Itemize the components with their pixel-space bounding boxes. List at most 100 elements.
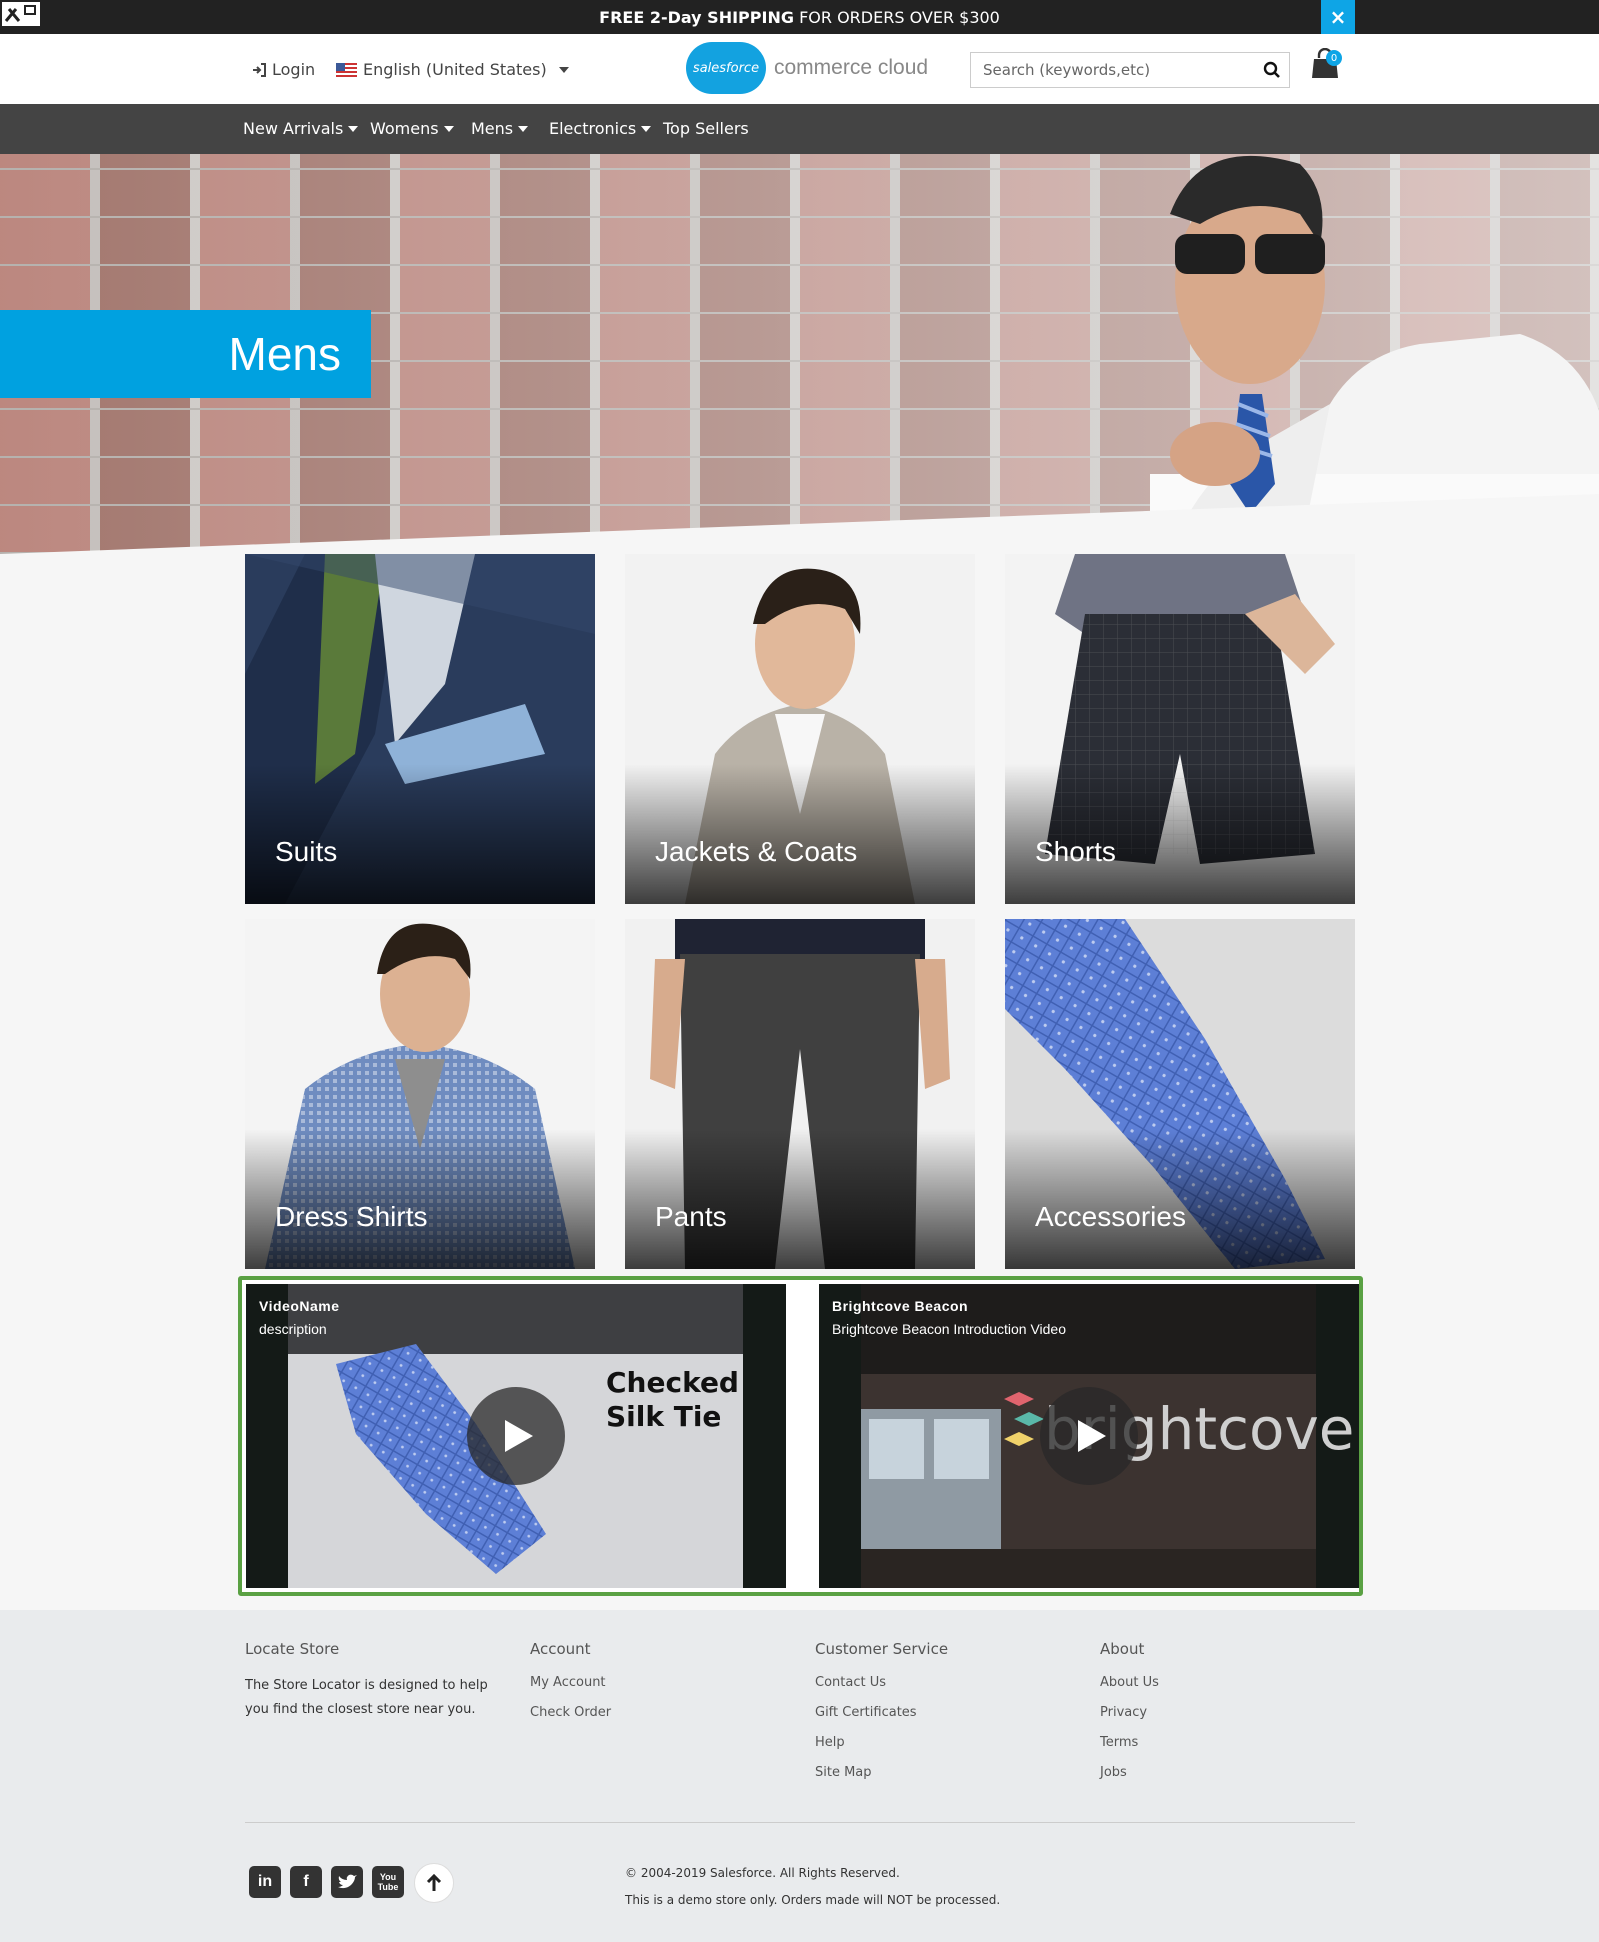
video-title: Brightcove Beacon bbox=[832, 1298, 969, 1314]
header: Login English (United States) salesforce… bbox=[0, 34, 1599, 104]
footer-locate-text: The Store Locator is designed to help yo… bbox=[245, 1678, 488, 1717]
category-tile-accessories[interactable]: Accessories bbox=[1005, 919, 1355, 1269]
logo-text: commerce cloud bbox=[774, 56, 929, 79]
play-button[interactable] bbox=[1040, 1387, 1138, 1485]
footer-link-terms[interactable]: Terms bbox=[1100, 1734, 1159, 1752]
arrow-up-icon bbox=[426, 1874, 442, 1891]
chevron-down-icon bbox=[558, 66, 569, 73]
hero-banner: Mens bbox=[0, 154, 1599, 554]
footer-link-about-us[interactable]: About Us bbox=[1100, 1674, 1159, 1692]
promo-bar: FREE 2-Day SHIPPING FOR ORDERS OVER $300… bbox=[0, 0, 1599, 34]
youtube-icon[interactable]: You Tube bbox=[372, 1866, 404, 1898]
nav-item-womens[interactable]: Womens bbox=[370, 119, 454, 138]
footer-col-customer-service: Customer Service Contact Us Gift Certifi… bbox=[815, 1640, 948, 1794]
footer-link-jobs[interactable]: Jobs bbox=[1100, 1764, 1159, 1782]
language-selector[interactable]: English (United States) bbox=[336, 60, 569, 79]
footer-heading[interactable]: Locate Store bbox=[245, 1640, 490, 1658]
hero-title-box: Mens bbox=[0, 310, 371, 398]
login-icon bbox=[253, 62, 266, 77]
footer-link-my-account[interactable]: My Account bbox=[530, 1674, 611, 1692]
footer-link-site-map[interactable]: Site Map bbox=[815, 1764, 948, 1782]
video-overlay-text-1: Checked bbox=[606, 1366, 739, 1399]
nav-item-new-arrivals[interactable]: New Arrivals bbox=[243, 119, 359, 138]
tile-label: Pants bbox=[655, 1201, 727, 1232]
footer-legal: © 2004-2019 Salesforce. All Rights Reser… bbox=[625, 1860, 1000, 1914]
video-title: VideoName bbox=[259, 1298, 340, 1314]
video-section: Checked Silk Tie VideoName description b… bbox=[238, 1276, 1363, 1596]
footer-link-check-order[interactable]: Check Order bbox=[530, 1704, 611, 1722]
facebook-icon[interactable]: f bbox=[290, 1866, 322, 1898]
nav-item-top-sellers[interactable]: Top Sellers bbox=[663, 119, 749, 138]
search-input[interactable] bbox=[971, 53, 1241, 87]
footer-divider bbox=[245, 1822, 1355, 1823]
footer-link-gift-certificates[interactable]: Gift Certificates bbox=[815, 1704, 948, 1722]
nav-label: Electronics bbox=[549, 119, 637, 138]
cart-count-badge: 0 bbox=[1326, 50, 1342, 66]
footer-link-contact-us[interactable]: Contact Us bbox=[815, 1674, 948, 1692]
footer-link-help[interactable]: Help bbox=[815, 1734, 948, 1752]
tile-shade bbox=[245, 1129, 595, 1269]
promo-close-button[interactable]: × bbox=[1321, 0, 1355, 34]
nav-label: Womens bbox=[370, 119, 439, 138]
video-player-2[interactable]: brightcove Brightcove Beacon Brightcove … bbox=[819, 1284, 1359, 1588]
twitter-icon[interactable] bbox=[331, 1866, 363, 1898]
youtube-glyph: You Tube bbox=[377, 1872, 399, 1892]
category-tile-suits[interactable]: Suits bbox=[245, 554, 595, 904]
tile-label: Dress Shirts bbox=[275, 1201, 428, 1232]
play-button[interactable] bbox=[467, 1387, 565, 1485]
tile-label: Shorts bbox=[1035, 836, 1116, 867]
tile-shade bbox=[625, 764, 975, 904]
nav-label: Mens bbox=[471, 119, 514, 138]
promo-bold: FREE 2-Day SHIPPING bbox=[599, 7, 794, 27]
flag-us-icon bbox=[336, 62, 357, 77]
video-overlay-text-2: Silk Tie bbox=[606, 1400, 721, 1433]
logo-cloud: salesforce bbox=[686, 42, 766, 94]
footer-col-locate: Locate Store The Store Locator is design… bbox=[245, 1640, 490, 1722]
back-to-top-button[interactable] bbox=[414, 1863, 454, 1903]
chevron-down-icon bbox=[348, 125, 359, 132]
tile-label: Suits bbox=[275, 836, 338, 867]
category-tile-pants[interactable]: Pants bbox=[625, 919, 975, 1269]
twitter-glyph bbox=[338, 1874, 357, 1889]
chevron-down-icon bbox=[518, 125, 529, 132]
footer-col-account: Account My Account Check Order bbox=[530, 1640, 611, 1734]
nav-item-electronics[interactable]: Electronics bbox=[549, 119, 652, 138]
category-tile-dress-shirts[interactable]: Dress Shirts bbox=[245, 919, 595, 1269]
disclaimer-text: This is a demo store only. Orders made w… bbox=[625, 1893, 1001, 1907]
footer-heading: Customer Service bbox=[815, 1640, 949, 1658]
site-logo[interactable]: salesforce commerce cloud bbox=[686, 42, 928, 94]
chevron-down-icon bbox=[641, 125, 652, 132]
nav-label: Top Sellers bbox=[663, 119, 749, 138]
footer-col-about: About About Us Privacy Terms Jobs bbox=[1100, 1640, 1159, 1794]
tile-shade bbox=[1005, 1129, 1355, 1269]
tile-label: Jackets & Coats bbox=[655, 836, 858, 867]
footer-link-privacy[interactable]: Privacy bbox=[1100, 1704, 1159, 1722]
chevron-down-icon bbox=[443, 125, 454, 132]
footer: Locate Store The Store Locator is design… bbox=[0, 1610, 1599, 1942]
category-tile-shorts[interactable]: Shorts bbox=[1005, 554, 1355, 904]
linkedin-glyph: in bbox=[257, 1873, 273, 1890]
footer-heading: Account bbox=[530, 1640, 591, 1658]
tile-shade bbox=[1005, 764, 1355, 904]
close-icon: × bbox=[1329, 5, 1347, 29]
play-icon bbox=[1078, 1420, 1106, 1452]
tile-label: Accessories bbox=[1035, 1201, 1186, 1232]
video-description: Brightcove Beacon Introduction Video bbox=[832, 1321, 1067, 1337]
search-icon[interactable] bbox=[1263, 61, 1281, 79]
promo-text: FOR ORDERS OVER $300 bbox=[793, 7, 1000, 27]
login-label: Login bbox=[272, 60, 316, 79]
page-title: Mens bbox=[228, 328, 341, 380]
nav-item-mens[interactable]: Mens bbox=[471, 119, 529, 138]
tools-icon[interactable] bbox=[0, 0, 42, 28]
linkedin-icon[interactable]: in bbox=[249, 1866, 281, 1898]
tile-shade bbox=[625, 1129, 975, 1269]
login-link[interactable]: Login bbox=[252, 60, 315, 79]
video-player-1[interactable]: Checked Silk Tie VideoName description bbox=[246, 1284, 786, 1588]
facebook-glyph: f bbox=[303, 1873, 309, 1890]
footer-heading: About bbox=[1100, 1640, 1145, 1658]
video-description: description bbox=[259, 1321, 327, 1337]
category-tile-jackets-coats[interactable]: Jackets & Coats bbox=[625, 554, 975, 904]
language-label: English (United States) bbox=[363, 60, 547, 79]
search-box bbox=[970, 52, 1290, 88]
main-nav: New Arrivals Womens Mens Electronics Top… bbox=[0, 104, 1599, 154]
